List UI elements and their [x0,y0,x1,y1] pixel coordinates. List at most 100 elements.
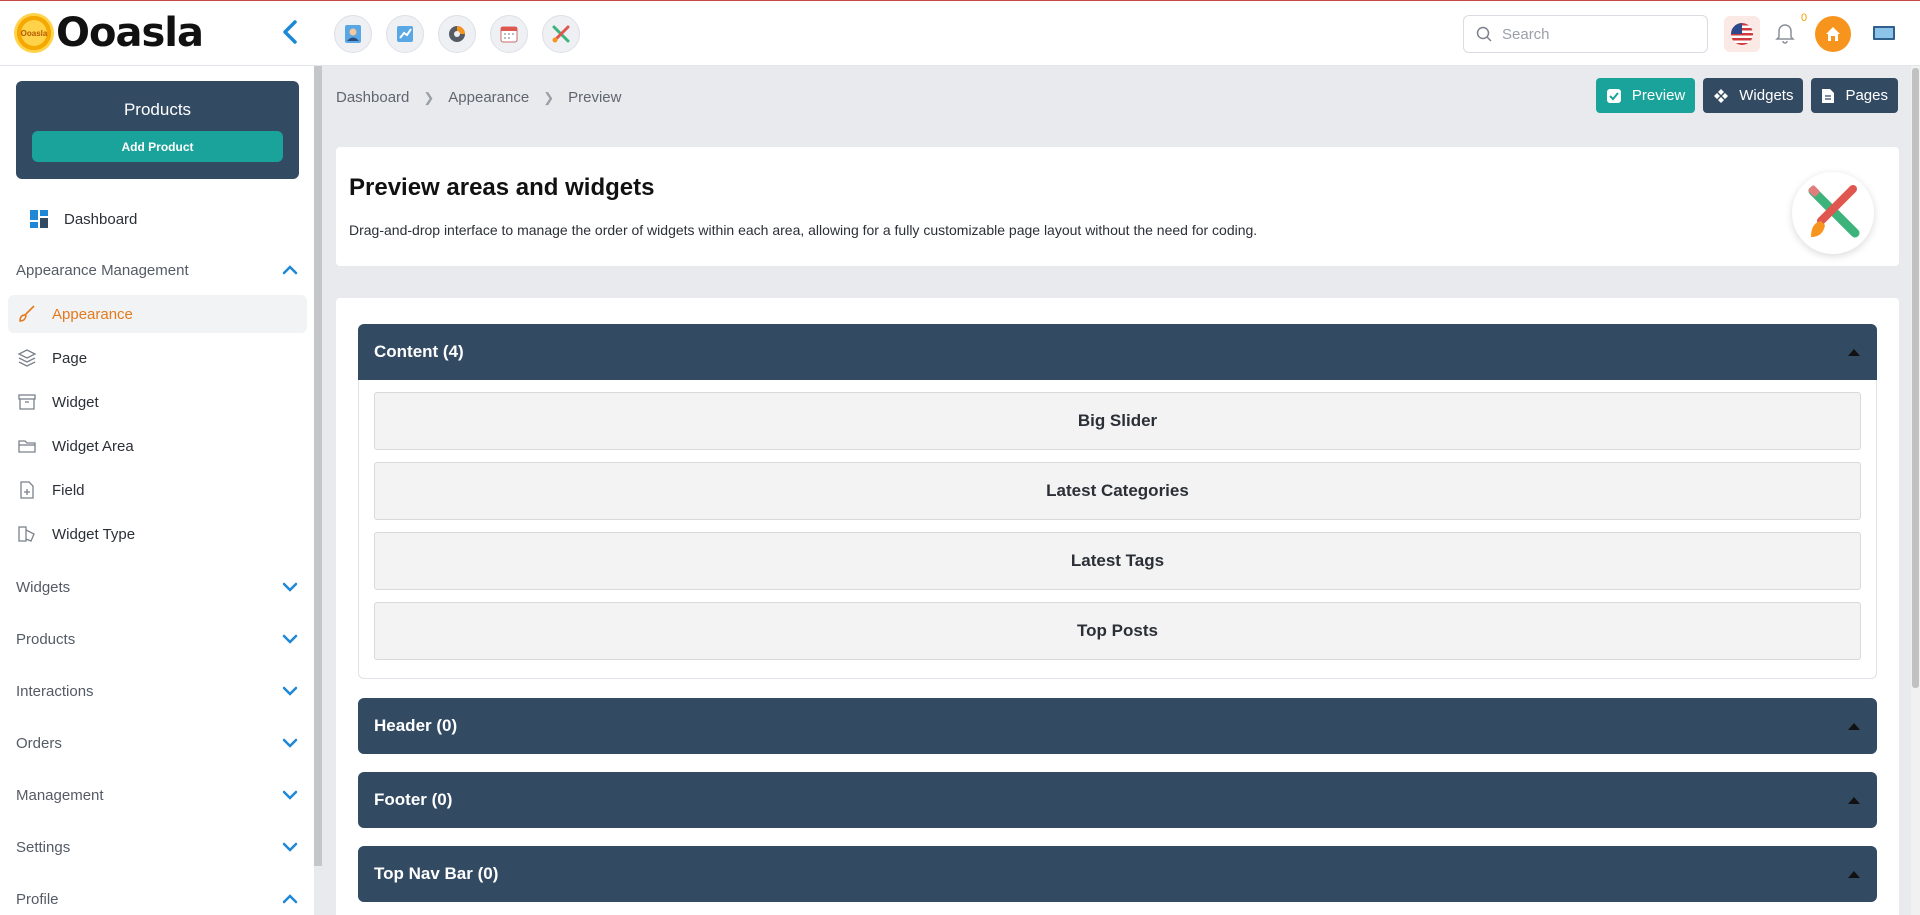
sidebar-item-widget-area[interactable]: Widget Area [8,427,307,465]
area-title: Content (4) [374,342,464,361]
layers-icon [16,347,38,369]
logo-badge: Ooasla [20,28,48,38]
chevron-down-icon [282,790,298,800]
breadcrumb-separator-icon: ❯ [423,89,435,105]
page-description: Drag-and-drop interface to manage the or… [349,222,1258,238]
user-card-icon[interactable] [334,15,372,53]
section-appearance-management[interactable]: Appearance Management [16,255,299,285]
breadcrumb-appearance[interactable]: Appearance [448,89,529,106]
area-header-top-nav-bar[interactable]: Top Nav Bar (0) [358,846,1877,902]
file-plus-icon [16,479,38,501]
sidebar-item-field[interactable]: Field [8,471,307,509]
add-product-button[interactable]: Add Product [32,131,283,162]
section-label: Interactions [16,682,94,700]
breadcrumb: Dashboard ❯ Appearance ❯ Preview [336,89,621,106]
chevron-down-icon [282,686,298,696]
chevron-down-icon [282,842,298,852]
chevron-up-icon[interactable] [1847,347,1861,357]
dashboard-icon [28,208,50,230]
section-profile[interactable]: Profile [16,884,299,914]
language-flag-button[interactable] [1724,16,1760,52]
fullscreen-button[interactable] [1872,25,1896,46]
pages-button[interactable]: Pages [1811,78,1898,113]
pages-button-label: Pages [1845,87,1888,104]
preview-button[interactable]: Preview [1595,78,1696,113]
top-bar: Ooasla Ooasla Search 0 [0,0,1920,66]
section-orders[interactable]: Orders [16,728,299,758]
chart-icon[interactable] [386,15,424,53]
pie-chart-icon[interactable] [438,15,476,53]
sidebar: Products Add Product Dashboard Appearanc… [0,66,314,915]
notification-count: 0 [1801,12,1808,24]
sidebar-item-page[interactable]: Page [8,339,307,377]
chevron-up-icon[interactable] [1847,795,1861,805]
breadcrumb-dashboard[interactable]: Dashboard [336,89,409,106]
sidebar-item-label: Widget Area [52,437,134,455]
chevron-up-icon [282,265,298,275]
chevron-left-icon [283,20,297,44]
area-title: Top Nav Bar (0) [374,864,499,883]
sidebar-item-label: Field [52,481,85,499]
page-actions: Preview Widgets Pages [1595,78,1898,113]
breadcrumb-separator-icon: ❯ [543,89,555,105]
widget-areas-panel: Content (4) Big Slider Latest Categories… [336,298,1899,915]
area-body-content: Big Slider Latest Categories Latest Tags… [358,380,1877,679]
area-title: Header (0) [374,716,458,735]
folder-icon [16,435,38,457]
chevron-up-icon [282,894,298,904]
area-header-content[interactable]: Content (4) [358,324,1877,380]
widgets-icon [1713,88,1729,104]
section-products[interactable]: Products [16,624,299,654]
widget-item[interactable]: Latest Tags [374,532,1861,590]
check-square-icon [1606,88,1622,104]
us-flag-icon [1731,23,1753,45]
products-card: Products Add Product [16,81,299,179]
bell-icon [1775,24,1795,44]
sidebar-item-label: Page [52,349,88,367]
section-label: Orders [16,734,62,752]
archive-icon [16,391,38,413]
section-settings[interactable]: Settings [16,832,299,862]
home-icon [1826,27,1840,41]
area-header-footer[interactable]: Footer (0) [358,772,1877,828]
area-title: Footer (0) [374,790,453,809]
section-interactions[interactable]: Interactions [16,676,299,706]
area-header-header[interactable]: Header (0) [358,698,1877,754]
sidebar-item-label: Widget [52,393,99,411]
home-button[interactable] [1815,16,1851,52]
preview-button-label: Preview [1631,87,1686,104]
section-label: Products [16,630,76,648]
sidebar-item-label: Appearance [52,305,133,323]
scrollbar-thumb[interactable] [1912,68,1919,688]
chevron-up-icon[interactable] [1847,869,1861,879]
sidebar-item-dashboard[interactable]: Dashboard [8,200,307,238]
brand-name: Ooasla [56,10,204,56]
chevron-up-icon[interactable] [1847,721,1861,731]
breadcrumb-current: Preview [568,89,622,106]
widgets-button[interactable]: Widgets [1703,78,1804,113]
brand-logo[interactable]: Ooasla Ooasla [14,7,204,59]
widget-item[interactable]: Latest Categories [374,462,1861,520]
sidebar-item-appearance[interactable]: Appearance [8,295,307,333]
calendar-icon[interactable] [490,15,528,53]
widget-item[interactable]: Big Slider [374,392,1861,450]
section-label: Profile [16,890,59,908]
sidebar-scrollbar[interactable] [314,66,322,866]
sidebar-collapse-button[interactable] [280,19,304,47]
page-title: Preview areas and widgets [349,174,655,201]
sidebar-item-widget-type[interactable]: Widget Type [8,515,307,553]
sidebar-item-widget[interactable]: Widget [8,383,307,421]
tools-icon[interactable] [542,15,580,53]
intro-card: Preview areas and widgets Drag-and-drop … [336,147,1899,266]
logo-sun-icon: Ooasla [14,13,54,53]
search-input[interactable] [1502,25,1692,43]
section-label: Settings [16,838,71,856]
widget-item[interactable]: Top Posts [374,602,1861,660]
sidebar-item-label: Dashboard [64,210,138,228]
quick-access-icons [334,15,580,53]
notifications-button[interactable] [1775,22,1795,49]
search-box[interactable] [1463,15,1708,53]
page-scrollbar[interactable] [1911,66,1920,915]
section-management[interactable]: Management [16,780,299,810]
section-widgets[interactable]: Widgets [16,572,299,602]
